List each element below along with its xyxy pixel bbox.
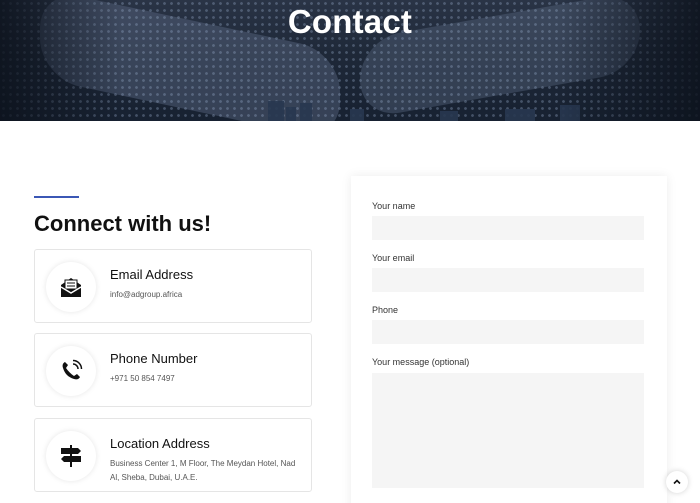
- phone-number-link[interactable]: +971 50 854 7497: [110, 372, 306, 386]
- phone-card-title: Phone Number: [110, 351, 198, 366]
- email-address-link[interactable]: info@adgroup.africa: [110, 288, 306, 302]
- scroll-top-button[interactable]: [666, 471, 688, 493]
- location-card-title: Location Address: [110, 436, 210, 451]
- email-label: Your email: [372, 253, 415, 263]
- page-title: Contact: [287, 3, 413, 40]
- email-card: Email Address info@adgroup.africa: [34, 249, 312, 323]
- signpost-icon: [46, 431, 96, 481]
- name-label: Your name: [372, 201, 416, 211]
- envelope-icon: [46, 262, 96, 312]
- message-label: Your message (optional): [372, 357, 470, 367]
- phone-input[interactable]: [372, 320, 644, 344]
- phone-card: Phone Number +971 50 854 7497: [34, 333, 312, 407]
- name-input[interactable]: [372, 216, 644, 240]
- phone-label: Phone: [372, 305, 399, 315]
- accent-line: [34, 196, 79, 198]
- email-card-title: Email Address: [110, 267, 194, 282]
- phone-icon: [46, 346, 96, 396]
- location-address-text: Business Center 1, M Floor, The Meydan H…: [110, 459, 296, 482]
- hero-banner: Contact: [0, 0, 700, 121]
- location-card: Location Address Business Center 1, M Fl…: [34, 418, 312, 492]
- section-title: Connect with us!: [34, 211, 212, 236]
- chevron-up-icon: [673, 479, 681, 485]
- email-input[interactable]: [372, 268, 644, 292]
- message-textarea[interactable]: [372, 373, 644, 488]
